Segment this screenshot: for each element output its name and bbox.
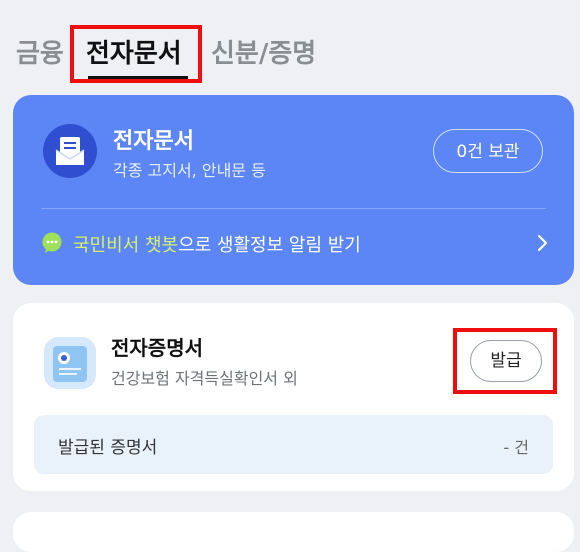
highlight-box-tab <box>70 25 202 83</box>
chatbot-text: 국민비서 챗봇으로 생활정보 알림 받기 <box>73 231 361 257</box>
highlight-box-issue <box>453 328 557 394</box>
chatbot-notification-link[interactable]: 국민비서 챗봇으로 생활정보 알림 받기 <box>41 229 551 259</box>
tab-finance[interactable]: 금융 <box>16 34 64 74</box>
chatbot-rest: 으로 생활정보 알림 받기 <box>178 235 361 256</box>
tab-id-certificates[interactable]: 신분/증명 <box>211 34 316 74</box>
card-divider <box>41 208 546 209</box>
issued-certificates-row[interactable]: 발급된 증명서 - 건 <box>34 415 553 474</box>
storage-button[interactable]: 0건 보관 <box>433 129 543 173</box>
cert-subtitle: 건강보험 자격득실확인서 외 <box>111 369 298 388</box>
edoc-title: 전자문서 <box>113 129 194 154</box>
envelope-document-icon <box>43 124 97 178</box>
edoc-card[interactable]: 전자문서 각종 고지서, 안내문 등 0건 보관 국민비서 챗봇으로 생활정보 … <box>13 95 574 285</box>
chatbot-highlight: 국민비서 챗봇 <box>73 235 179 256</box>
issued-label: 발급된 증명서 <box>58 438 158 458</box>
issued-count: - 건 <box>503 438 529 457</box>
certificate-icon <box>43 336 97 390</box>
edoc-subtitle: 각종 고지서, 안내문 등 <box>113 161 266 180</box>
chevron-right-icon <box>537 234 548 252</box>
next-card-partial <box>13 512 574 552</box>
cert-title: 전자증명서 <box>111 336 203 360</box>
chat-bubble-icon <box>42 232 62 253</box>
